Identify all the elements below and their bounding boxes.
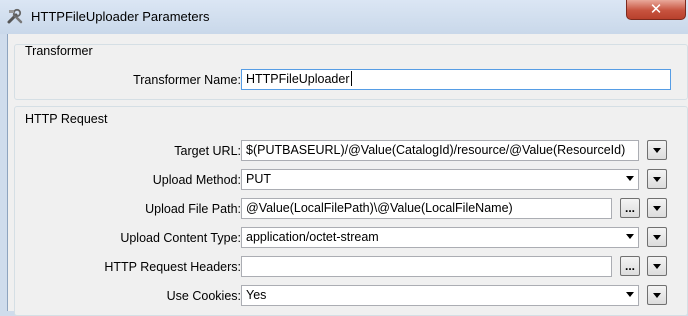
target-url-menu-button[interactable]	[647, 140, 667, 160]
title-bar: HTTPFileUploader Parameters ✕	[0, 0, 688, 34]
triangle-down-icon	[653, 206, 661, 211]
close-icon: ✕	[649, 0, 663, 18]
triangle-down-icon	[653, 235, 661, 240]
triangle-down-icon	[653, 148, 661, 153]
upload-content-type-menu-button[interactable]	[647, 227, 667, 247]
ellipsis-icon: ...	[624, 201, 635, 215]
close-button[interactable]: ✕	[626, 0, 686, 20]
chevron-down-icon	[626, 234, 634, 239]
use-cookies-select[interactable]: Yes	[241, 285, 639, 306]
chevron-down-icon	[626, 176, 634, 181]
http-request-group: HTTP Request Target URL: $(PUTBASEURL)/@…	[14, 106, 688, 316]
http-request-headers-browse-button[interactable]: ...	[620, 256, 640, 276]
triangle-down-icon	[653, 177, 661, 182]
use-cookies-label: Use Cookies:	[166, 289, 241, 303]
triangle-down-icon	[653, 293, 661, 298]
transformer-name-input[interactable]: HTTPFileUploader	[241, 69, 671, 90]
transformer-name-label: Transformer Name:	[133, 73, 241, 87]
ellipsis-icon: ...	[624, 259, 635, 273]
target-url-input[interactable]: $(PUTBASEURL)/@Value(CatalogId)/resource…	[241, 140, 639, 161]
window-title: HTTPFileUploader Parameters	[31, 9, 210, 24]
http-request-headers-menu-button[interactable]	[647, 256, 667, 276]
dialog-body: Transformer Transformer Name: HTTPFileUp…	[7, 34, 688, 316]
http-request-headers-label: HTTP Request Headers:	[104, 260, 241, 274]
upload-content-type-label: Upload Content Type:	[120, 231, 241, 245]
transformer-group: Transformer Transformer Name: HTTPFileUp…	[14, 44, 688, 100]
upload-method-label: Upload Method:	[152, 173, 241, 187]
upload-file-path-label: Upload File Path:	[145, 202, 241, 216]
upload-file-path-browse-button[interactable]: ...	[620, 198, 640, 218]
tools-icon	[7, 8, 23, 24]
use-cookies-menu-button[interactable]	[647, 285, 667, 305]
upload-file-path-input[interactable]: @Value(LocalFilePath)\@Value(LocalFileNa…	[241, 198, 612, 219]
upload-file-path-menu-button[interactable]	[647, 198, 667, 218]
chevron-down-icon	[626, 292, 634, 297]
text-caret	[350, 71, 352, 86]
triangle-down-icon	[653, 264, 661, 269]
upload-method-select[interactable]: PUT	[241, 169, 639, 190]
target-url-label: Target URL:	[174, 144, 241, 158]
upload-method-menu-button[interactable]	[647, 169, 667, 189]
group-title-transformer: Transformer	[25, 44, 93, 58]
http-request-headers-input[interactable]	[241, 256, 612, 277]
upload-content-type-select[interactable]: application/octet-stream	[241, 227, 639, 248]
group-title-http-request: HTTP Request	[25, 112, 108, 126]
